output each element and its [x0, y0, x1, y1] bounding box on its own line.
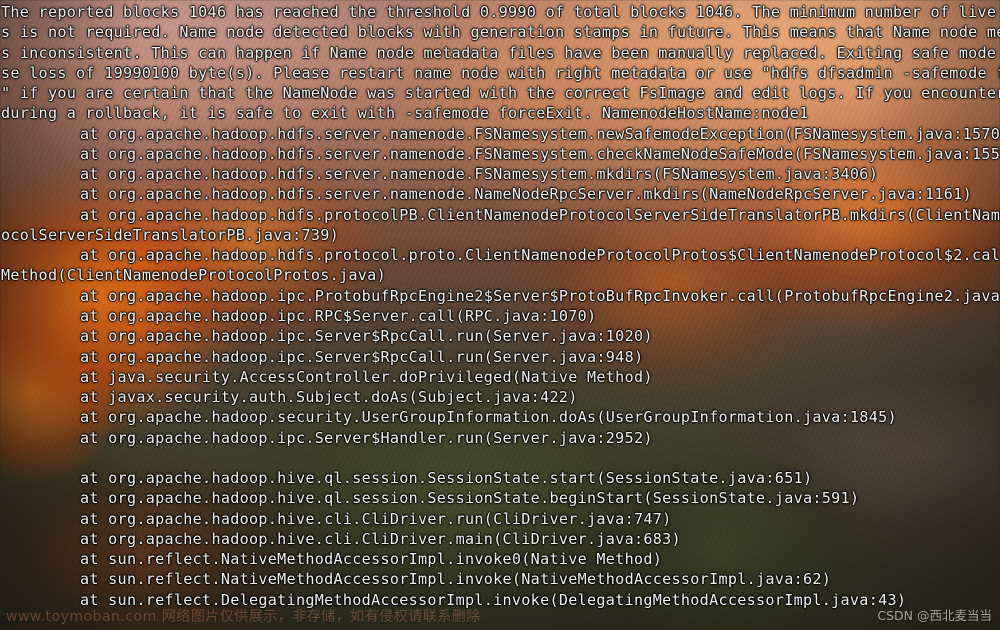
terminal-line: at org.apache.hadoop.ipc.Server$Handler.…: [80, 428, 653, 447]
terminal-line: at org.apache.hadoop.ipc.RPC$Server.call…: [80, 306, 597, 325]
terminal-line: at org.apache.hadoop.hdfs.protocolPB.Cli…: [80, 205, 1000, 224]
terminal-line: at sun.reflect.NativeMethodAccessorImpl.…: [80, 550, 663, 569]
terminal-line: at org.apache.hadoop.hdfs.server.namenod…: [80, 165, 879, 184]
terminal-line: at org.apache.hadoop.ipc.Server$RpcCall.…: [80, 347, 644, 366]
terminal-line: s inconsistent. This can happen if Name …: [1, 43, 1000, 62]
terminal-output[interactable]: The reported blocks 1046 has reached the…: [0, 0, 1000, 630]
terminal-line: ocolServerSideTranslatorPB.java:739): [1, 225, 340, 244]
terminal-line: " if you are certain that the NameNode w…: [1, 84, 1000, 103]
terminal-line: Method(ClientNamenodeProtocolProtos.java…: [1, 266, 386, 285]
terminal-line: at org.apache.hadoop.hive.ql.session.Ses…: [80, 469, 813, 488]
terminal-line: at sun.reflect.DelegatingMethodAccessorI…: [80, 590, 907, 609]
terminal-line: during a rollback, it is safe to exit wi…: [1, 104, 809, 123]
terminal-line: s is not required. Name node detected bl…: [1, 23, 1000, 42]
terminal-line: at org.apache.hadoop.hdfs.server.namenod…: [80, 144, 1000, 163]
terminal-line: at org.apache.hadoop.ipc.Server$RpcCall.…: [80, 327, 653, 346]
terminal-line: at org.apache.hadoop.hdfs.server.namenod…: [80, 185, 972, 204]
terminal-line: at javax.security.auth.Subject.doAs(Subj…: [80, 388, 578, 407]
terminal-line: at org.apache.hadoop.ipc.ProtobufRpcEngi…: [80, 286, 1000, 305]
terminal-line: at org.apache.hadoop.security.UserGroupI…: [80, 408, 897, 427]
terminal-screenshot: The reported blocks 1046 has reached the…: [0, 0, 1000, 630]
terminal-line: se loss of 19990100 byte(s). Please rest…: [1, 63, 1000, 82]
terminal-line: The reported blocks 1046 has reached the…: [1, 3, 1000, 21]
terminal-line: at sun.reflect.NativeMethodAccessorImpl.…: [80, 570, 832, 589]
terminal-line: at org.apache.hadoop.hive.cli.CliDriver.…: [80, 529, 681, 548]
terminal-line: at org.apache.hadoop.hive.cli.CliDriver.…: [80, 509, 672, 528]
terminal-line: at org.apache.hadoop.hdfs.server.namenod…: [80, 124, 1000, 143]
terminal-line: at org.apache.hadoop.hdfs.protocol.proto…: [80, 246, 1000, 265]
terminal-line: at org.apache.hadoop.hive.ql.session.Ses…: [80, 489, 860, 508]
terminal-line: at java.security.AccessController.doPriv…: [80, 367, 653, 386]
